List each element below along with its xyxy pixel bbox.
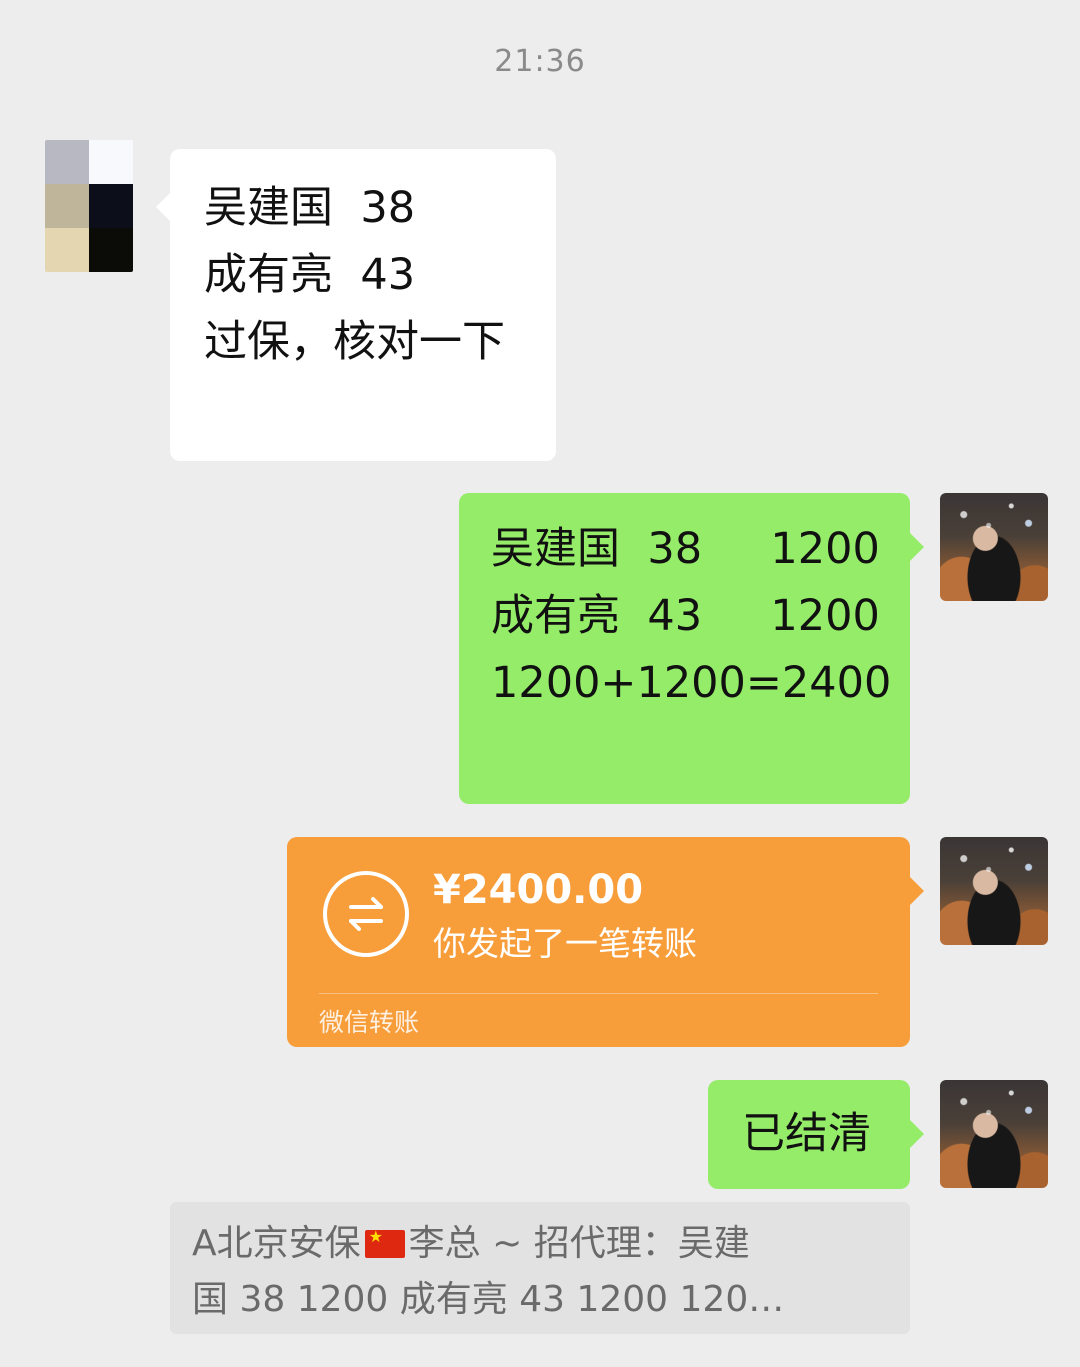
my-avatar[interactable] — [940, 493, 1048, 601]
transfer-footer-label: 微信转账 — [319, 1008, 420, 1037]
message-timestamp: 21:36 — [494, 44, 586, 79]
message-line: 成有亮 43 — [204, 250, 416, 300]
transfer-divider — [319, 993, 878, 994]
incoming-message-bubble[interactable]: 吴建国 38 成有亮 43 过保，核对一下 — [156, 149, 556, 461]
my-avatar[interactable] — [940, 1080, 1048, 1188]
outgoing-message-bubble[interactable]: 已结清 — [708, 1080, 924, 1189]
message-line: 已结清 — [742, 1109, 871, 1159]
message-line: 成有亮 43 1200 — [491, 591, 880, 641]
outgoing-message-bubble[interactable]: 吴建国 38 1200 成有亮 43 1200 1200+1200=2400 — [459, 493, 924, 804]
quote-sender-name: A北京安保 — [192, 1223, 361, 1264]
message-line: 吴建国 38 1200 — [491, 524, 880, 574]
my-avatar[interactable] — [940, 837, 1048, 945]
message-line: 吴建国 38 — [204, 183, 416, 233]
message-line: 过保，核对一下 — [204, 317, 505, 367]
quoted-message[interactable]: A北京安保 李总 ~ 招代理：吴建 国 38 1200 成有亮 43 1200 1… — [170, 1202, 910, 1334]
china-flag-icon — [364, 1226, 405, 1258]
sender-avatar[interactable] — [45, 140, 133, 272]
transfer-description: 你发起了一笔转账 — [433, 924, 697, 963]
transfer-amount: ¥2400.00 — [433, 867, 644, 913]
transfer-arrows-icon — [323, 871, 409, 957]
quote-text-line: 国 38 1200 成有亮 43 1200 120… — [192, 1279, 785, 1320]
quote-text-start: 李总 ~ 招代理：吴建 — [408, 1223, 750, 1264]
quote-sender-line: A北京安保 李总 ~ 招代理：吴建 — [192, 1216, 888, 1272]
message-line: 1200+1200=2400 — [491, 658, 892, 708]
transfer-card[interactable]: ¥2400.00 你发起了一笔转账 微信转账 — [287, 837, 924, 1047]
